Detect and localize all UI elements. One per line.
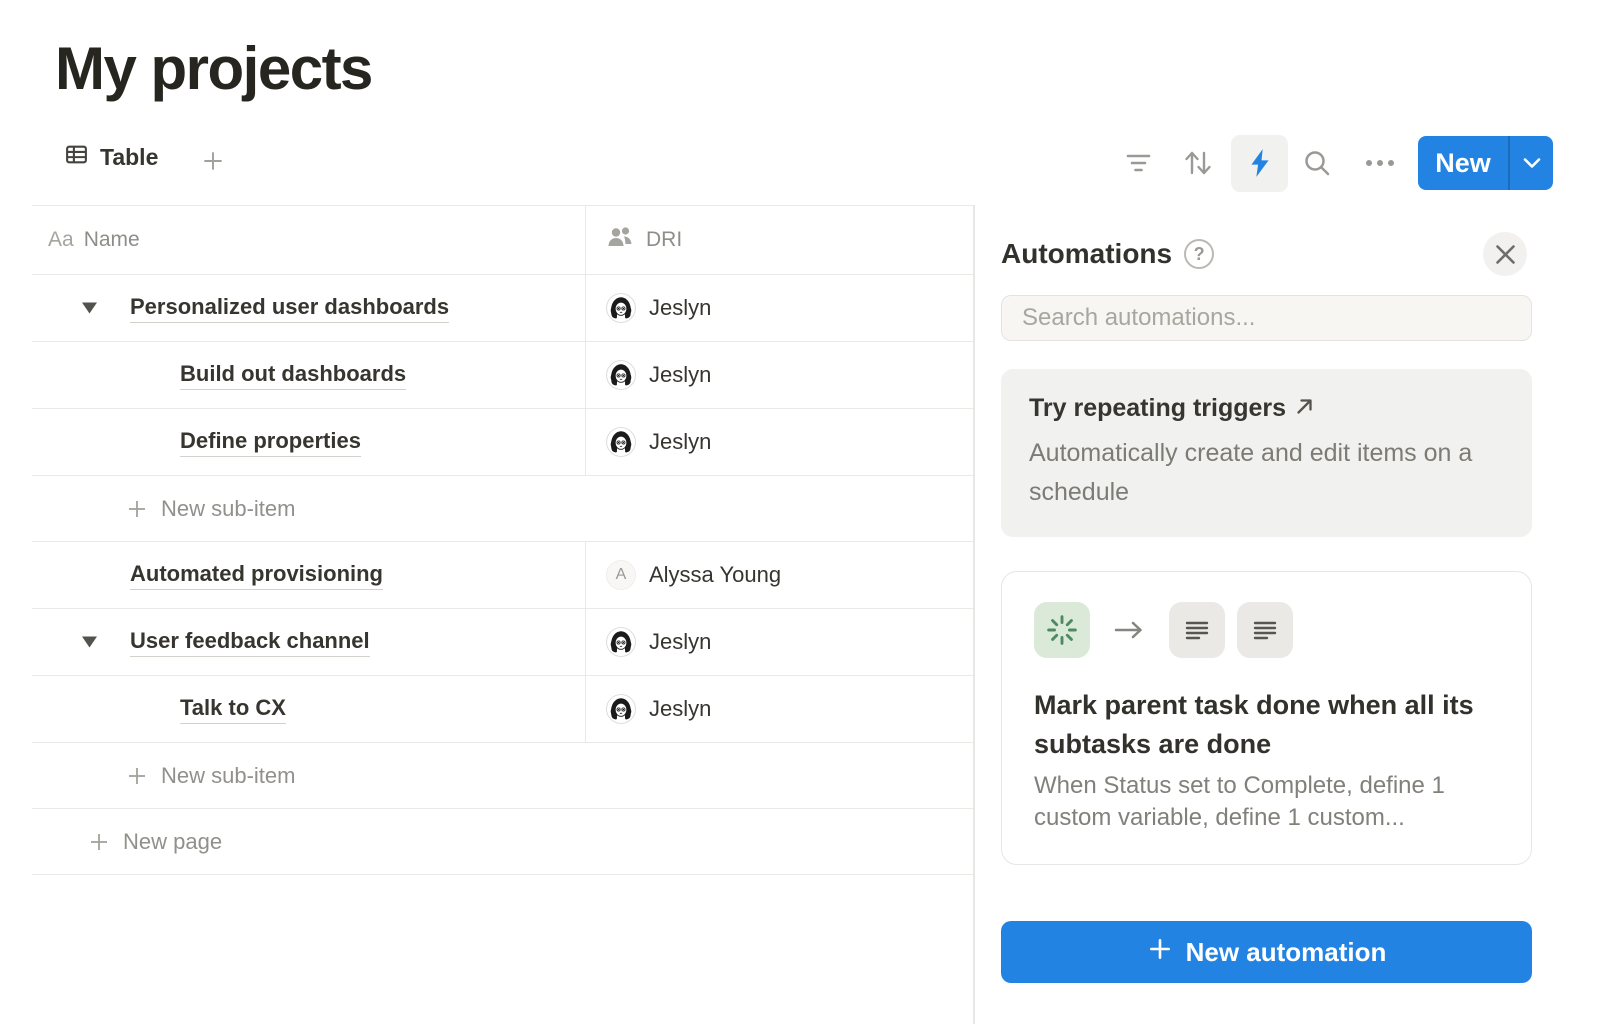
arrow-up-right-icon [1295,394,1314,423]
row-title-link[interactable]: Build out dashboards [180,361,406,390]
view-toolbar-row: Table [0,132,1622,194]
automation-search-box[interactable] [1001,295,1532,341]
dri-cell[interactable]: A Alyssa Young [586,542,974,608]
name-cell: Define properties [32,409,586,475]
notion-database-page: My projects Table [0,0,1622,1024]
view-tab-label: Table [100,144,158,171]
sort-icon[interactable] [1182,149,1214,177]
column-label: Name [84,228,140,252]
dri-name: Alyssa Young [649,562,781,588]
dri-name: Jeslyn [649,295,711,321]
adder-label: New sub-item [161,763,295,789]
plus-icon [1147,936,1173,969]
dri-cell[interactable]: Jeslyn [586,342,974,408]
plus-icon [125,764,149,788]
new-sub-item-row[interactable]: New sub-item [32,476,974,542]
add-view-plus-icon[interactable] [200,148,226,174]
toggle-open-icon[interactable] [78,633,101,652]
automation-card[interactable]: Mark parent task done when all its subta… [1001,571,1532,865]
page-title: My projects [55,34,372,103]
plus-icon [87,830,111,854]
promo-title: Try repeating triggers [1029,394,1286,423]
arrow-right-icon [1114,619,1144,641]
dri-cell[interactable]: Jeslyn [586,409,974,475]
automations-lightning-button[interactable] [1231,135,1288,192]
toggle-open-icon[interactable] [78,299,101,318]
name-cell: Personalized user dashboards [32,275,586,341]
new-page-row[interactable]: New page [32,809,974,875]
new-automation-label: New automation [1186,937,1387,968]
more-options-icon[interactable] [1365,159,1395,167]
avatar [606,360,636,390]
text-lines-icon [1237,602,1293,658]
automation-title: Mark parent task done when all its subta… [1034,686,1499,764]
table-rows: Personalized user dashboardsJeslynBuild … [32,275,974,875]
name-cell: Build out dashboards [32,342,586,408]
avatar: A [606,560,636,590]
table-row: Personalized user dashboards Jeslyn [32,275,974,342]
adder-label: New sub-item [161,496,295,522]
table-row: Build out dashboards Jeslyn [32,342,974,409]
spinner-burst-icon [1034,602,1090,658]
dri-name: Jeslyn [649,429,711,455]
table-row: Automated provisioning A Alyssa Young [32,542,974,609]
search-icon[interactable] [1303,149,1331,177]
avatar [606,427,636,457]
table-header-row: Aa Name DRI [32,206,974,275]
promo-description: Automatically create and edit items on a… [1029,434,1504,512]
new-sub-item-row[interactable]: New sub-item [32,743,974,809]
help-icon[interactable]: ? [1184,239,1214,269]
panel-divider [973,205,975,1024]
close-icon [1495,244,1516,265]
chevron-down-icon[interactable] [1510,157,1553,169]
name-cell: User feedback channel [32,609,586,675]
table-row: Talk to CX Jeslyn [32,676,974,743]
row-title-link[interactable]: Define properties [180,428,361,457]
dri-cell[interactable]: Jeslyn [586,275,974,341]
database-toolbar: New [1126,132,1553,194]
column-label: DRI [646,228,682,252]
panel-title: Automations [1001,238,1172,270]
table-row: Define properties Jeslyn [32,409,974,476]
new-button[interactable]: New [1418,136,1553,190]
avatar [606,627,636,657]
name-cell: Talk to CX [32,676,586,742]
dri-name: Jeslyn [649,696,711,722]
lightning-icon [1247,148,1273,178]
row-title-link[interactable]: User feedback channel [130,628,370,657]
close-panel-button[interactable] [1483,232,1527,276]
filter-icon[interactable] [1126,153,1151,173]
table-row: User feedback channel Jeslyn [32,609,974,676]
avatar [606,293,636,323]
avatar [606,694,636,724]
adder-label: New page [123,829,222,855]
column-header-name[interactable]: Aa Name [32,206,586,274]
tab-table-view[interactable]: Table [64,142,158,172]
automations-panel: Automations ? Try repeating triggers Aut… [1001,205,1532,983]
dri-cell[interactable]: Jeslyn [586,609,974,675]
repeating-triggers-promo-card[interactable]: Try repeating triggers Automatically cre… [1001,369,1532,537]
dri-name: Jeslyn [649,629,711,655]
automation-description: When Status set to Complete, define 1 cu… [1034,770,1499,834]
text-lines-icon [1169,602,1225,658]
plus-icon [125,497,149,521]
people-icon [606,225,634,255]
row-title-link[interactable]: Personalized user dashboards [130,294,449,323]
table-icon [64,142,89,172]
dri-cell[interactable]: Jeslyn [586,676,974,742]
name-cell: Automated provisioning [32,542,586,608]
column-header-dri[interactable]: DRI [586,206,974,274]
dri-name: Jeslyn [649,362,711,388]
row-title-link[interactable]: Automated provisioning [130,561,383,590]
projects-table: Aa Name DRI Personalized user dashboards… [32,205,974,875]
text-type-icon: Aa [48,228,74,252]
new-automation-button[interactable]: New automation [1001,921,1532,983]
row-title-link[interactable]: Talk to CX [180,695,286,724]
new-button-label: New [1418,148,1508,179]
panel-header: Automations ? [1001,231,1532,277]
search-input[interactable] [1002,304,1531,332]
automation-icon-row [1034,602,1499,658]
